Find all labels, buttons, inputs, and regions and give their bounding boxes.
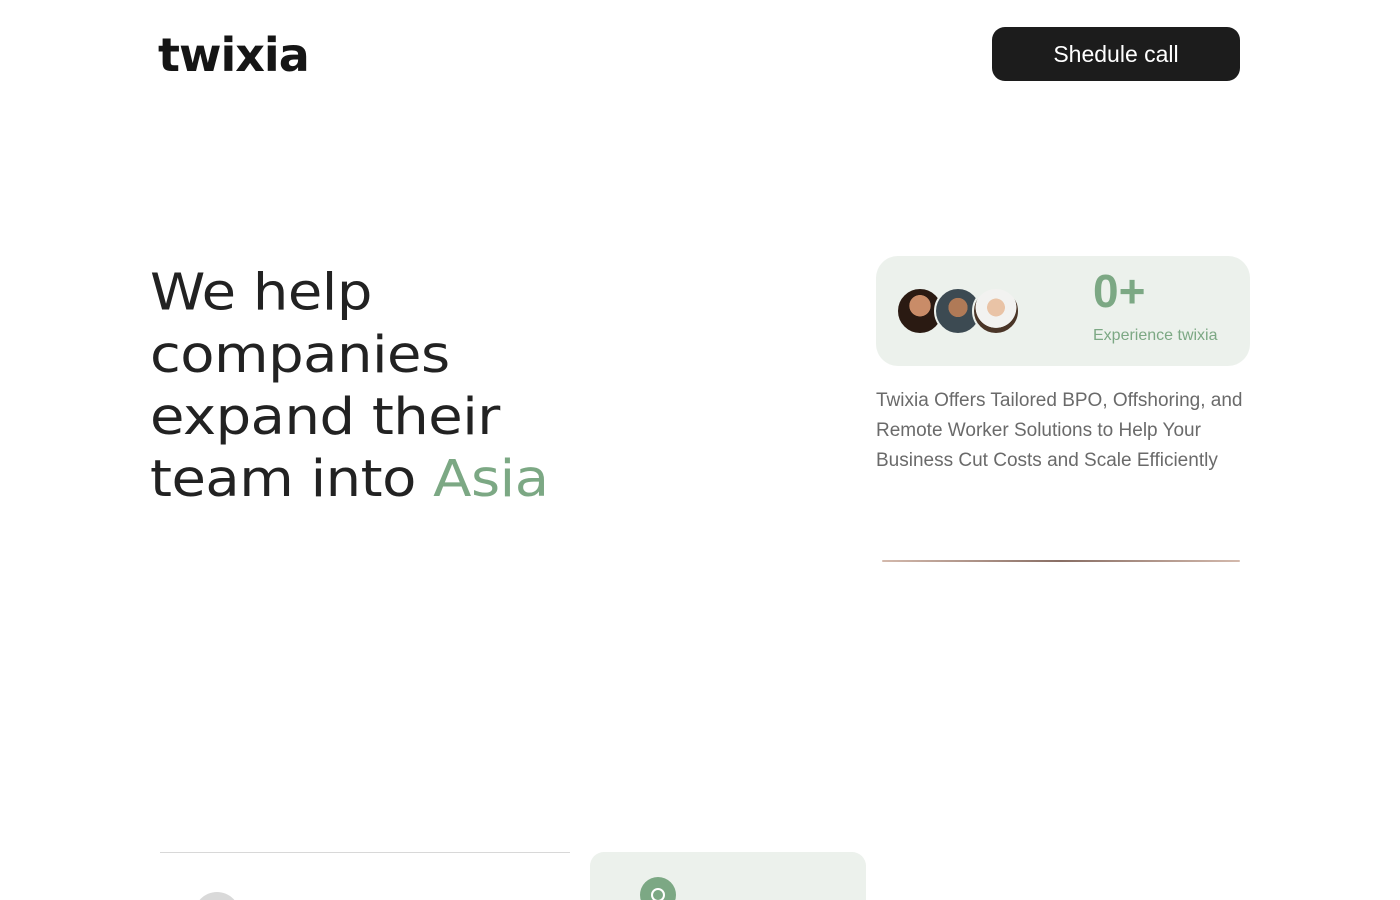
hero-line-4: team into Asia [150, 448, 790, 510]
hero-description: Twixia Offers Tailored BPO, Offshoring, … [876, 390, 1243, 471]
divider [882, 560, 1240, 562]
hero-line-4-prefix: team into [150, 450, 434, 509]
logo[interactable]: twixia [158, 30, 310, 80]
hero-line-1: We help [150, 263, 372, 323]
page: twixia Shedule call We help companies ex… [0, 0, 1400, 900]
feature-card [590, 852, 866, 900]
hero-accent-word: Asia [433, 450, 549, 509]
divider [160, 852, 570, 853]
hero-heading: We help companies expand their team into… [150, 262, 790, 510]
schedule-call-button[interactable]: Shedule call [992, 27, 1240, 81]
avatar [194, 892, 240, 900]
stat-value: 0+ [1093, 265, 1146, 317]
circle-icon [640, 877, 676, 900]
avatar [972, 287, 1020, 335]
hero-line-3: expand their [150, 388, 500, 447]
experience-stat-card: 0+ Experience twixia [876, 256, 1250, 366]
stat-label: Experience twixia [1093, 327, 1218, 344]
hero-line-2: companies [150, 325, 450, 385]
